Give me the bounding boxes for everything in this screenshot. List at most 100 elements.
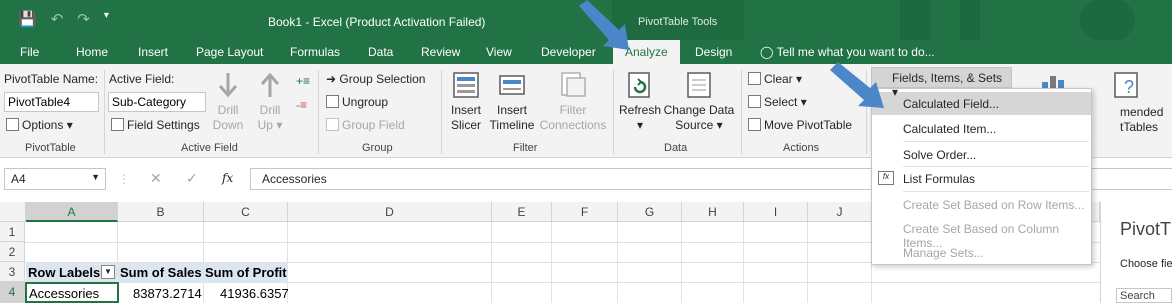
- column-header-e[interactable]: E: [492, 202, 552, 222]
- group-separator: [741, 70, 742, 154]
- pivottable-name-input[interactable]: [4, 92, 99, 112]
- collapse-field-icon[interactable]: -≡: [296, 98, 307, 112]
- grid-line: [681, 222, 682, 303]
- column-header-h[interactable]: H: [682, 202, 744, 222]
- tab-file[interactable]: File: [20, 45, 39, 59]
- menu-list-formulas[interactable]: List Formulas: [872, 167, 1091, 190]
- group-field-button[interactable]: Group Field: [326, 118, 405, 132]
- column-header-f[interactable]: F: [552, 202, 618, 222]
- move-pivottable-button[interactable]: Move PivotTable: [748, 118, 852, 132]
- title-decoration: [900, 0, 930, 40]
- options-button[interactable]: Options ▾: [6, 118, 73, 132]
- row-header-1[interactable]: 1: [0, 222, 25, 242]
- group-label-pivottable: PivotTable: [25, 142, 76, 154]
- cell-a4[interactable]: Accessories: [29, 286, 99, 301]
- clear-button[interactable]: Clear ▾: [748, 72, 802, 86]
- clear-icon: [748, 72, 761, 85]
- insert-timeline-button[interactable]: Insert Timeline: [488, 70, 536, 133]
- insert-function-icon[interactable]: fx: [222, 171, 233, 185]
- tab-view[interactable]: View: [486, 45, 512, 59]
- cell-b4[interactable]: 83873.2714: [133, 286, 202, 301]
- recommended-pivottables-icon[interactable]: ?: [1112, 70, 1142, 100]
- pane-title: PivotT: [1120, 219, 1172, 239]
- tab-review[interactable]: Review: [421, 45, 460, 59]
- cancel-icon[interactable]: ✕: [150, 170, 162, 187]
- menu-separator: [903, 141, 1089, 142]
- tab-page-layout[interactable]: Page Layout: [196, 45, 263, 59]
- group-label-actions: Actions: [783, 142, 820, 154]
- insert-slicer-button[interactable]: Insert Slicer: [446, 70, 486, 133]
- expand-field-icon[interactable]: +≡: [296, 74, 310, 88]
- name-box[interactable]: A4 ▼: [4, 168, 106, 190]
- svg-text:?: ?: [1124, 77, 1134, 97]
- pivottable-name-label: PivotTable Name:: [4, 72, 99, 86]
- ungroup-icon: [326, 95, 339, 108]
- active-field-input[interactable]: [108, 92, 206, 112]
- filter-connections-button[interactable]: Filter Connections: [538, 70, 608, 133]
- field-settings-button[interactable]: Field Settings: [111, 118, 200, 132]
- group-separator: [441, 70, 442, 154]
- field-settings-icon: [111, 118, 124, 131]
- group-label-filter: Filter: [513, 142, 538, 154]
- active-field-label: Active Field:: [109, 72, 175, 86]
- menu-create-set-column[interactable]: Create Set Based on Column Items...: [872, 217, 1091, 250]
- cell-c3[interactable]: Sum of Profit: [205, 265, 287, 280]
- save-icon[interactable]: 💾: [18, 10, 37, 28]
- document-title: Book1 - Excel (Product Activation Failed…: [268, 15, 486, 29]
- row-header-3[interactable]: 3: [0, 262, 25, 282]
- enter-icon[interactable]: ✓: [186, 170, 198, 187]
- menu-create-set-row[interactable]: Create Set Based on Row Items...: [872, 193, 1091, 216]
- pane-search-input[interactable]: Search: [1116, 288, 1172, 303]
- undo-icon[interactable]: ↶: [51, 10, 64, 28]
- column-header-i[interactable]: I: [744, 202, 808, 222]
- refresh-icon: [628, 72, 650, 98]
- drill-down-icon: [218, 73, 238, 98]
- refresh-button[interactable]: Refresh ▾: [617, 70, 663, 133]
- cell-c4[interactable]: 41936.6357: [220, 286, 289, 301]
- column-header-c[interactable]: C: [204, 202, 288, 222]
- change-data-source-icon: [687, 72, 711, 98]
- row-header-4[interactable]: 4: [0, 282, 25, 303]
- tab-design[interactable]: Design: [695, 45, 732, 59]
- select-icon: [748, 95, 761, 108]
- cell-b3[interactable]: Sum of Sales: [120, 265, 202, 280]
- group-separator: [613, 70, 614, 154]
- group-selection-button[interactable]: ➜ Group Selection: [326, 72, 425, 86]
- tab-formulas[interactable]: Formulas: [290, 45, 340, 59]
- column-header-a[interactable]: A: [26, 202, 118, 222]
- cell-a3[interactable]: Row Labels: [28, 265, 100, 280]
- row-header-2[interactable]: 2: [0, 242, 25, 262]
- tab-home[interactable]: Home: [76, 45, 108, 59]
- options-icon: [6, 118, 19, 131]
- column-header-b[interactable]: B: [118, 202, 204, 222]
- column-header-g[interactable]: G: [618, 202, 682, 222]
- fields-items-sets-button[interactable]: Fields, Items, & Sets ▾: [871, 67, 1012, 99]
- select-button[interactable]: Select ▾: [748, 95, 807, 109]
- arrow-right-icon: ➜: [326, 72, 337, 86]
- menu-calculated-field[interactable]: Calculated Field...: [872, 92, 1091, 115]
- menu-calculated-item[interactable]: Calculated Item...: [872, 117, 1091, 140]
- drill-down-button[interactable]: Drill Down: [211, 70, 245, 133]
- change-data-source-button[interactable]: Change Data Source ▾: [663, 70, 735, 133]
- column-header-d[interactable]: D: [288, 202, 492, 222]
- recommended-pivottables-label[interactable]: mended tTables: [1120, 105, 1163, 135]
- tab-data[interactable]: Data: [368, 45, 393, 59]
- menu-manage-sets[interactable]: Manage Sets...: [872, 241, 1091, 264]
- select-all-corner[interactable]: [0, 202, 26, 222]
- ungroup-button[interactable]: Ungroup: [326, 95, 388, 109]
- pane-choose-fields: Choose fie: [1120, 258, 1172, 270]
- column-header-j[interactable]: J: [808, 202, 872, 222]
- group-label-active-field: Active Field: [181, 142, 238, 154]
- menu-solve-order[interactable]: Solve Order...: [872, 143, 1091, 166]
- tell-me-box[interactable]: ◯ Tell me what you want to do...: [760, 45, 935, 59]
- timeline-icon: [499, 75, 525, 95]
- grid-line: [807, 222, 808, 303]
- redo-icon[interactable]: ↷: [77, 10, 90, 28]
- drill-up-button[interactable]: Drill Up ▾: [253, 70, 287, 133]
- slicer-icon: [453, 72, 479, 98]
- tab-insert[interactable]: Insert: [138, 45, 168, 59]
- fields-items-sets-menu: Calculated Field... Calculated Item... S…: [871, 88, 1092, 265]
- customize-qat-icon[interactable]: ▾: [104, 10, 109, 28]
- name-box-dropdown-icon[interactable]: ▼: [91, 172, 100, 182]
- row-labels-filter-icon[interactable]: ▼: [101, 265, 115, 279]
